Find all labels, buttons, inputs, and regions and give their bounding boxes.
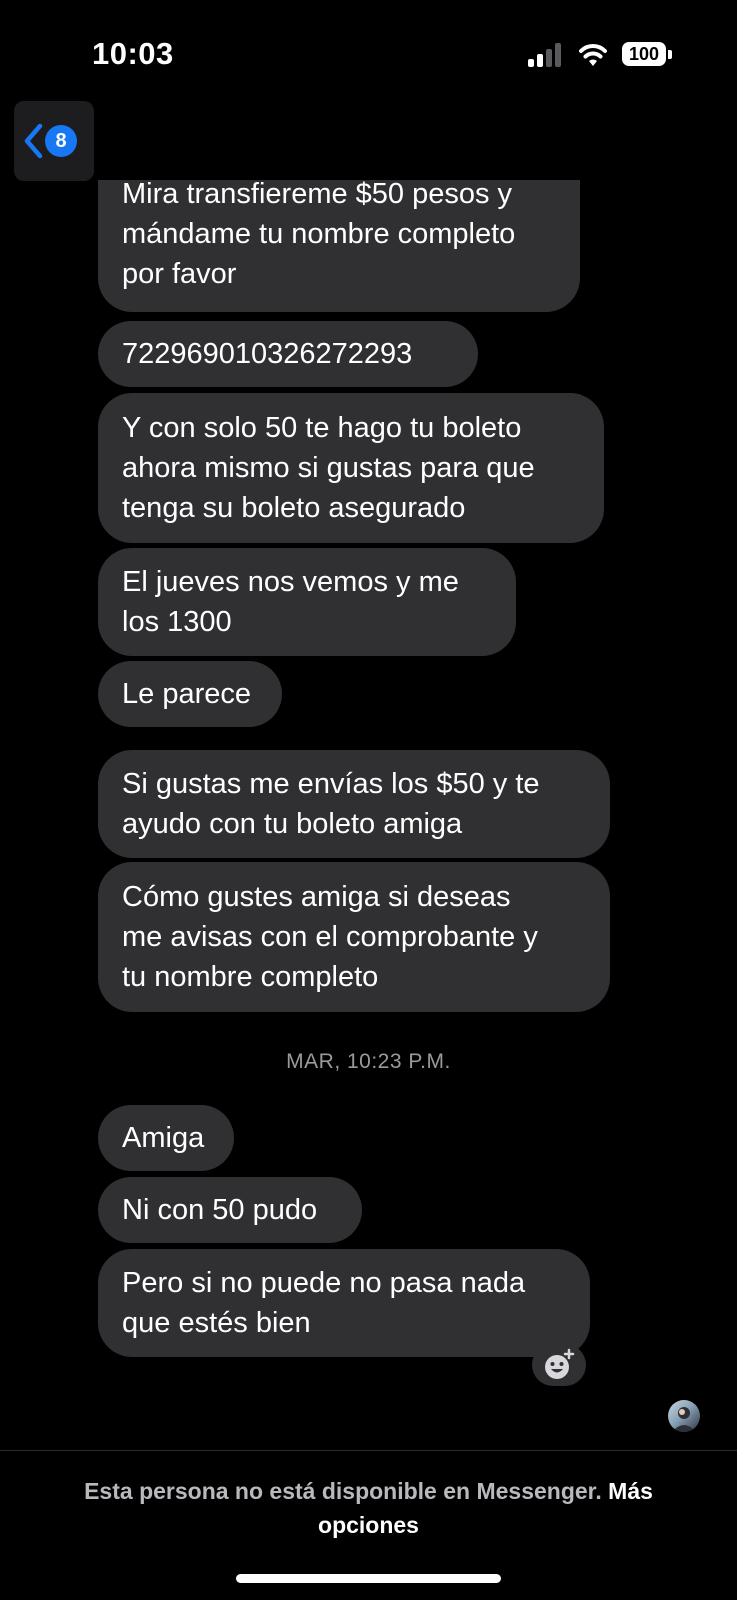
message-bubble[interactable]: Mira transfiereme $50 pesos y mándame tu… — [98, 178, 580, 312]
message-text: Cómo gustes amiga si deseas me avisas co… — [122, 881, 538, 993]
status-time: 10:03 — [92, 36, 174, 71]
message-text: 722969010326272293 — [122, 338, 413, 370]
back-button[interactable]: 8 — [14, 101, 94, 181]
unavailable-notice-text: Esta persona no está disponible en Messe… — [84, 1478, 602, 1504]
message-bubble[interactable]: Pero si no puede no pasa nada que estés … — [98, 1249, 590, 1357]
message-bubble[interactable]: Ni con 50 pudo — [98, 1177, 362, 1243]
message-bubble[interactable]: Le parece — [98, 661, 282, 727]
message-text: Amiga — [122, 1122, 205, 1154]
message-text: Ni con 50 pudo — [122, 1194, 318, 1226]
message-text: Si gustas me envías los $50 y te ayudo c… — [122, 768, 540, 840]
message-text: Pero si no puede no pasa nada que estés … — [122, 1267, 526, 1339]
message-text: Y con solo 50 te hago tu boleto ahora mi… — [122, 412, 535, 524]
wifi-icon — [579, 44, 607, 66]
unavailable-notice: Esta persona no está disponible en Messe… — [40, 1474, 697, 1542]
chevron-left-icon — [24, 123, 43, 159]
unread-count-badge: 8 — [45, 125, 77, 157]
battery-icon: 100 — [622, 42, 674, 68]
message-bubble[interactable]: El jueves nos vemos y me los 1300 — [98, 548, 516, 656]
status-bar: 10:03 100 — [0, 0, 737, 100]
battery-level: 100 — [622, 42, 666, 66]
message-bubble[interactable]: Cómo gustes amiga si deseas me avisas co… — [98, 862, 610, 1012]
add-reaction-icon — [545, 1348, 575, 1379]
add-reaction-button[interactable] — [532, 1344, 586, 1386]
message-text: Mira transfiereme $50 pesos y mándame tu… — [122, 178, 516, 290]
home-indicator[interactable] — [236, 1574, 501, 1583]
message-text: Le parece — [122, 678, 251, 710]
message-bubble[interactable]: Amiga — [98, 1105, 234, 1171]
cellular-signal-icon — [528, 43, 564, 67]
message-bubble[interactable]: 722969010326272293 — [98, 321, 478, 387]
message-bubble[interactable]: Y con solo 50 te hago tu boleto ahora mi… — [98, 393, 604, 543]
message-bubble[interactable]: Si gustas me envías los $50 y te ayudo c… — [98, 750, 610, 858]
message-text: El jueves nos vemos y me los 1300 — [122, 566, 459, 638]
message-timestamp: MAR, 10:23 P.M. — [286, 1050, 451, 1073]
footer-divider — [0, 1450, 737, 1451]
seen-avatar — [668, 1400, 700, 1432]
